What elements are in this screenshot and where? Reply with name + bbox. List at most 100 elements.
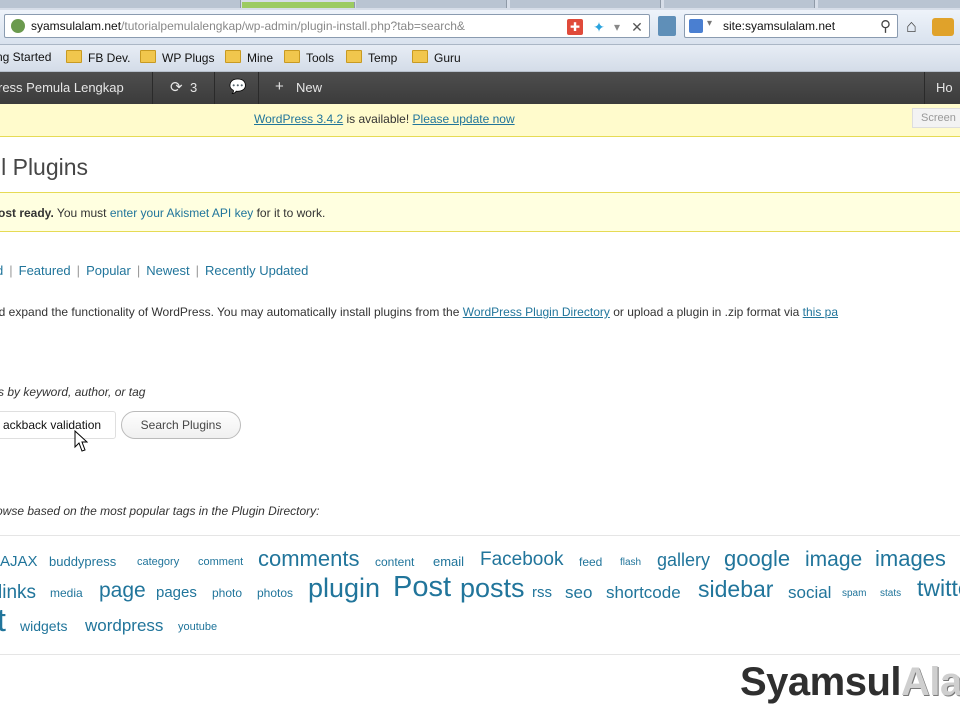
tag-link[interactable]: stats [880, 589, 901, 599]
tag-link[interactable]: youtube [178, 622, 217, 633]
tag-link[interactable]: comments [258, 548, 359, 570]
tag-link[interactable]: spam [842, 589, 866, 599]
tag-link[interactable]: page [99, 580, 146, 601]
tag-cloud-divider [0, 654, 960, 655]
updates-icon[interactable]: ⟳ [170, 78, 183, 96]
wordpress-version-link[interactable]: WordPress 3.4.2 [254, 112, 343, 126]
url-dropdown-icon[interactable]: ▾ [609, 19, 625, 35]
search-plugins-button[interactable]: Search Plugins [121, 411, 241, 439]
tag-link[interactable]: flash [620, 558, 641, 568]
admin-bar-divider [152, 72, 153, 104]
filter-popular[interactable]: Popular [86, 263, 131, 278]
tag-link[interactable]: plugin [308, 575, 380, 602]
tag-link[interactable]: gallery [657, 551, 710, 569]
updates-count[interactable]: 3 [190, 80, 197, 95]
plugin-search-input[interactable]: ackback validation [0, 411, 116, 439]
folder-icon [66, 50, 82, 63]
stop-icon[interactable]: ✕ [629, 19, 645, 35]
tag-link[interactable]: Facebook [480, 550, 563, 569]
search-value[interactable]: site:syamsulalam.net [723, 19, 835, 33]
tag-link[interactable]: widgets [20, 619, 67, 633]
home-icon[interactable]: ⌂ [906, 16, 917, 37]
bookmark-tools[interactable]: Tools [284, 50, 334, 66]
tag-link[interactable]: shortcode [606, 584, 681, 601]
tag-link[interactable]: google [724, 548, 790, 570]
update-nag-middle: is available! [343, 112, 413, 126]
tag-link[interactable]: images [875, 548, 946, 570]
tag-link[interactable]: photo [212, 587, 242, 599]
plugin-directory-link[interactable]: WordPress Plugin Directory [463, 305, 610, 319]
tag-link[interactable]: t [0, 604, 6, 636]
tag-link[interactable]: social [788, 584, 831, 601]
extension-icon[interactable] [658, 16, 676, 36]
tag-link[interactable]: wordpress [85, 617, 163, 634]
tag-link[interactable]: content [375, 556, 414, 568]
admin-bar-divider [258, 72, 259, 104]
twitter-bird-icon[interactable]: ✦ [591, 19, 607, 35]
browser-tab[interactable] [150, 0, 241, 8]
update-now-link[interactable]: Please update now [413, 112, 515, 126]
tag-link[interactable]: comment [198, 557, 243, 568]
search-icon[interactable]: ⚲ [880, 17, 891, 35]
tag-link[interactable]: image [805, 549, 862, 570]
tag-link[interactable]: photos [257, 587, 293, 599]
tag-link[interactable]: media [50, 587, 83, 599]
tag-link[interactable]: links [0, 583, 36, 602]
browser-tab[interactable] [510, 0, 661, 8]
red-addon-icon[interactable]: ✚ [567, 19, 583, 35]
admin-bar-new[interactable]: New [296, 80, 322, 95]
url-text[interactable]: syamsulalam.net/tutorialpemulalengkap/wp… [31, 19, 539, 33]
url-domain: syamsulalam.net [31, 19, 122, 33]
browser-search-bar[interactable]: ▾ site:syamsulalam.net ⚲ [684, 14, 898, 38]
browser-tab[interactable] [356, 0, 507, 8]
search-engine-dropdown-icon[interactable]: ▾ [707, 18, 712, 29]
browser-tab[interactable] [664, 0, 815, 8]
folder-icon [346, 50, 362, 63]
watermark-part1: Syamsul [740, 660, 902, 704]
tag-link[interactable]: buddypress [49, 555, 116, 568]
filter-newest[interactable]: Newest [146, 263, 189, 278]
bookmark-fb-dev[interactable]: FB Dev. [66, 50, 130, 66]
upload-page-link[interactable]: this pa [803, 305, 838, 319]
plus-icon[interactable]: + [275, 78, 284, 95]
tag-link[interactable]: rss [532, 585, 552, 600]
tag-link[interactable]: twitte [917, 577, 960, 600]
admin-bar-site-name[interactable]: ress Pemula Lengkap [0, 80, 124, 95]
admin-bar-howdy[interactable]: Ho [936, 80, 953, 95]
tag-link[interactable]: AJAX [0, 554, 38, 569]
watermark-part2: Ala [901, 660, 960, 704]
bookmark-getting-started[interactable]: ng Started [0, 50, 51, 66]
tag-link[interactable]: sidebar [698, 578, 773, 601]
tag-link[interactable]: email [433, 555, 464, 568]
akismet-notice: ost ready. You must enter your Akismet A… [0, 192, 960, 232]
google-icon[interactable] [689, 19, 703, 33]
bookmark-mine[interactable]: Mine [225, 50, 273, 66]
akismet-notice-text: ost ready. You must enter your Akismet A… [0, 206, 325, 220]
browser-tab[interactable] [0, 0, 151, 8]
watermark: SyamsulAla [740, 660, 960, 705]
addon-icon[interactable] [932, 18, 954, 36]
tag-link[interactable]: pages [156, 585, 197, 600]
filter-separator: | [195, 263, 200, 278]
bookmark-wp-plugs[interactable]: WP Plugs [140, 50, 214, 66]
browser-tab-strip [0, 0, 960, 10]
browser-tab-active[interactable] [242, 2, 355, 8]
comments-icon[interactable]: 💬 [229, 78, 246, 95]
tag-link[interactable]: Post [393, 573, 451, 602]
bookmark-guru[interactable]: Guru [412, 50, 461, 66]
filter-separator: | [76, 263, 81, 278]
browser-tab[interactable] [818, 0, 960, 8]
filter-featured[interactable]: Featured [19, 263, 71, 278]
tag-link[interactable]: seo [565, 584, 592, 601]
tag-link[interactable]: feed [579, 556, 602, 568]
url-bar[interactable]: syamsulalam.net/tutorialpemulalengkap/wp… [4, 14, 650, 38]
bookmark-temp[interactable]: Temp [346, 50, 397, 66]
update-nag: WordPress 3.4.2 is available! Please upd… [0, 104, 960, 137]
screen-options-button[interactable]: Screen [912, 108, 960, 128]
filter-recently-updated[interactable]: Recently Updated [205, 263, 308, 278]
tag-link[interactable]: category [137, 557, 179, 568]
tag-link[interactable]: posts [460, 575, 525, 602]
page-title: ll Plugins [0, 154, 89, 180]
filter-search[interactable]: d [0, 263, 3, 278]
akismet-api-key-link[interactable]: enter your Akismet API key [110, 206, 253, 220]
